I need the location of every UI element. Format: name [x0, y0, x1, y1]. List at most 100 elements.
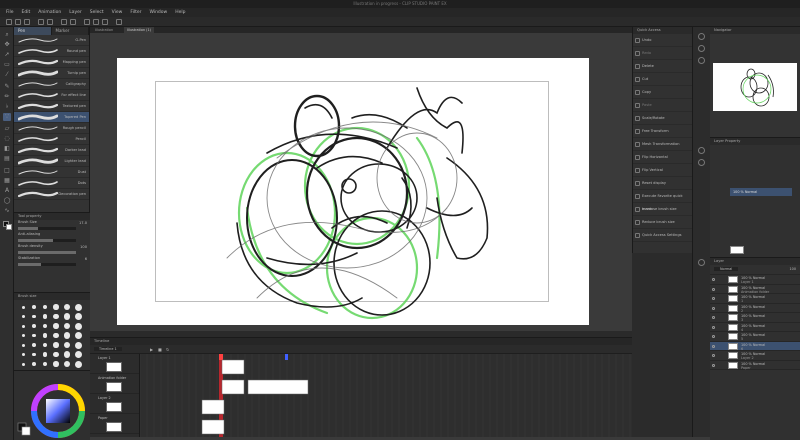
visibility-eye-icon[interactable]	[712, 354, 715, 357]
brush-size-dot[interactable]	[42, 304, 48, 310]
brush-size-dot[interactable]	[74, 313, 82, 320]
brush-size-dot[interactable]	[74, 341, 82, 349]
layer-property-current[interactable]: 100 % Normal	[730, 188, 792, 196]
loop-icon[interactable]: ↻	[166, 347, 169, 352]
brush-size-dot[interactable]	[53, 313, 59, 320]
visibility-eye-icon[interactable]	[712, 363, 715, 367]
tool-property-row[interactable]: Anti-aliasing	[14, 232, 90, 244]
layer-row[interactable]: 100 % Normal 2	[710, 304, 800, 313]
brush-size-dot[interactable]	[32, 333, 36, 338]
deselect-icon[interactable]	[84, 19, 90, 25]
brush-size-dot[interactable]	[21, 315, 25, 318]
menu-window[interactable]: Window	[149, 10, 167, 15]
search-layer-icon[interactable]	[698, 159, 705, 166]
quick-access-item[interactable]: Reset display	[633, 177, 692, 190]
quick-access-item[interactable]: Quick Access Settings	[633, 229, 692, 242]
brush-size-dot[interactable]	[63, 322, 71, 330]
layer-row[interactable]: 100 % Normal 1	[710, 294, 800, 304]
color-wheel[interactable]	[14, 371, 90, 440]
brush-size-dot[interactable]	[42, 314, 48, 319]
brush-size-dot[interactable]	[21, 362, 25, 366]
brush-item[interactable]: Lighter lead	[14, 156, 89, 167]
property-slider[interactable]	[18, 263, 76, 266]
quick-access-item[interactable]: Execute Favorite quick mask	[633, 190, 692, 211]
brush-size-dot[interactable]	[32, 343, 36, 347]
brush-item[interactable]: Round pen	[14, 46, 89, 57]
visibility-eye-icon[interactable]	[712, 306, 715, 310]
brush-size-dot[interactable]	[32, 314, 36, 319]
brush-size-dot[interactable]	[63, 351, 71, 358]
menu-edit[interactable]: Edit	[22, 10, 31, 15]
track-name[interactable]: Animation folder	[98, 376, 126, 380]
brush-size-dot[interactable]	[32, 362, 36, 366]
quick-access-item[interactable]: Increase brush size	[633, 203, 692, 216]
menu-animation[interactable]: Animation	[38, 10, 61, 15]
brush-item[interactable]: Tapered Pen	[14, 112, 89, 123]
operation-icon[interactable]: ➚	[3, 51, 11, 59]
brush-size-dot[interactable]	[53, 332, 59, 339]
menu-select[interactable]: Select	[90, 10, 104, 15]
visibility-eye-icon[interactable]	[712, 344, 715, 348]
brush-size-dot[interactable]	[53, 351, 59, 358]
property-slider[interactable]	[18, 239, 76, 242]
invert-selection-icon[interactable]	[93, 19, 99, 25]
sub-view-icon[interactable]	[698, 45, 705, 52]
brush-item[interactable]: Textured pen	[14, 101, 89, 112]
brush-item[interactable]: Darker lead	[14, 145, 89, 156]
brush-size-dot[interactable]	[63, 332, 71, 339]
brush-size-dot[interactable]	[53, 342, 59, 348]
brush-size-dot[interactable]	[74, 322, 82, 330]
menu-file[interactable]: File	[6, 10, 14, 15]
tool-property-row[interactable]: Brush density 100	[14, 244, 90, 256]
brush-item[interactable]: Dots	[14, 178, 89, 189]
fill-tool-icon[interactable]: ◧	[3, 145, 11, 153]
brush-size-dot[interactable]	[53, 323, 59, 329]
quick-access-item[interactable]: Cut	[633, 73, 692, 86]
brush-size-dot[interactable]	[42, 361, 48, 367]
quick-access-item[interactable]: Flip Vertical	[633, 164, 692, 177]
property-slider[interactable]	[18, 251, 76, 254]
property-value[interactable]: 17.0	[79, 221, 87, 225]
layer-row[interactable]: 100 % Normal 6	[710, 341, 800, 351]
brush-size-dot[interactable]	[32, 305, 36, 309]
tab-pen[interactable]: Pen	[14, 27, 52, 35]
brush-size-dot[interactable]	[42, 333, 48, 338]
brush-size-dot[interactable]	[63, 360, 71, 368]
eraser-icon[interactable]: ▱	[3, 125, 11, 133]
visibility-eye-icon[interactable]	[712, 287, 715, 291]
layer-row[interactable]: 100 % Normal Layer 1	[710, 275, 800, 285]
brush-size-dot[interactable]	[21, 324, 25, 328]
navigator-thumbnail[interactable]	[713, 63, 797, 111]
brush-item[interactable]: G-Pen	[14, 35, 89, 46]
move-icon[interactable]: ✥	[3, 41, 11, 49]
layer-property-icon[interactable]	[698, 147, 705, 154]
property-value[interactable]: 6	[85, 257, 87, 261]
track-name[interactable]: Layer 2	[98, 396, 111, 400]
brush-size-dot[interactable]	[42, 342, 48, 348]
property-slider[interactable]	[18, 227, 76, 230]
tool-property-row[interactable]: Brush Size 17.0	[14, 220, 90, 232]
menu-layer[interactable]: Layer	[69, 10, 82, 15]
timeline-select[interactable]: Timeline 1	[94, 347, 122, 351]
menu-view[interactable]: View	[112, 10, 123, 15]
save-icon[interactable]	[24, 19, 30, 25]
brush-size-dot[interactable]	[63, 303, 71, 311]
visibility-eye-icon[interactable]	[712, 297, 715, 300]
opacity-value[interactable]: 100	[790, 267, 796, 271]
brush-item[interactable]: Pencil	[14, 134, 89, 145]
menu-filter[interactable]: Filter	[130, 10, 141, 15]
quick-access-item[interactable]: Free Transform	[633, 125, 692, 138]
property-value[interactable]: 100	[80, 245, 87, 249]
correct-line-icon[interactable]: ∿	[3, 207, 11, 215]
blend-icon[interactable]: ◌	[3, 135, 11, 143]
figure-icon[interactable]: □	[3, 167, 11, 175]
quick-access-item[interactable]: Scale/Rotate	[633, 112, 692, 125]
visibility-eye-icon[interactable]	[712, 278, 715, 281]
brush-size-dot[interactable]	[63, 341, 71, 349]
brush-size-dot[interactable]	[32, 352, 36, 357]
brush-item[interactable]: Mapping pen	[14, 57, 89, 68]
selection-icon[interactable]: ▭	[3, 61, 11, 69]
brush-size-dot[interactable]	[21, 353, 25, 356]
blend-mode-select[interactable]: Normal	[714, 267, 739, 271]
quick-access-item[interactable]: Redo	[633, 47, 692, 60]
